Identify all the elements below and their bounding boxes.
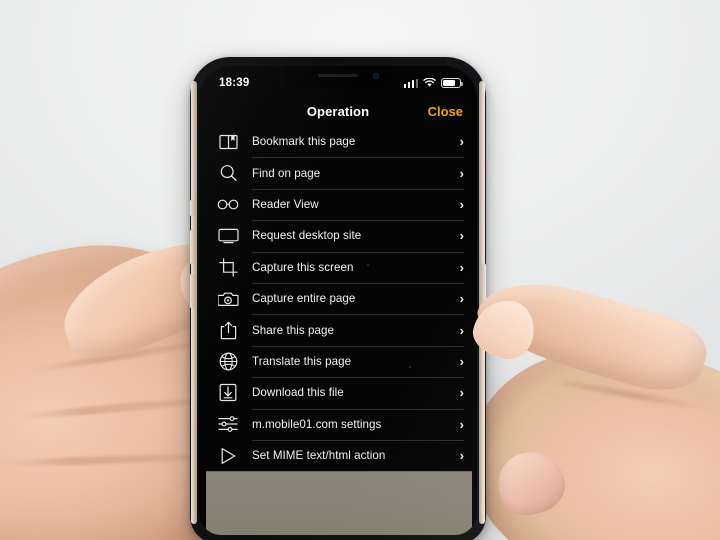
menu-item-label: Set MIME text/html action	[252, 449, 386, 463]
menu-item-share-this-page[interactable]: Share this page ›	[199, 314, 477, 345]
photo-scene: 18:39 Operation Close Bookmark this page…	[0, 0, 720, 540]
chevron-right-icon: ›	[459, 353, 464, 369]
menu-item-label: Reader View	[252, 197, 319, 211]
menu-item-label: Share this page	[252, 323, 334, 337]
chevron-right-icon: ›	[459, 165, 464, 181]
menu-item-label: Bookmark this page	[252, 135, 356, 149]
page-content-area[interactable]	[206, 471, 472, 535]
cellular-signal-icon	[403, 78, 418, 88]
chevron-right-icon: ›	[459, 228, 464, 244]
globe-icon	[215, 350, 241, 372]
crop-icon	[215, 256, 241, 278]
download-icon	[215, 382, 241, 404]
status-icon-group	[403, 78, 463, 88]
chevron-right-icon: ›	[459, 322, 464, 338]
chevron-right-icon: ›	[459, 259, 464, 275]
chevron-right-icon: ›	[459, 196, 464, 212]
chevron-right-icon: ›	[459, 291, 464, 307]
dust-speck	[233, 132, 235, 134]
camera-icon	[215, 288, 241, 310]
menu-item-translate-this-page[interactable]: Translate this page ›	[199, 345, 477, 377]
monitor-icon	[215, 225, 241, 247]
sliders-icon	[215, 413, 241, 435]
menu-item-label: Capture entire page	[252, 292, 356, 306]
dust-speck	[409, 366, 411, 368]
dust-speck	[367, 264, 369, 266]
menu-item-capture-this-screen[interactable]: Capture this screen ›	[199, 251, 477, 283]
phone-screen[interactable]: 18:39 Operation Close Bookmark this page…	[199, 66, 477, 535]
chevron-right-icon: ›	[459, 416, 464, 432]
menu-item-request-desktop-site[interactable]: Request desktop site ›	[199, 220, 477, 251]
menu-item-capture-entire-page[interactable]: Capture entire page ›	[199, 282, 477, 314]
battery-icon	[441, 78, 463, 88]
search-icon	[215, 162, 241, 184]
menu-item-bookmark-this-page[interactable]: Bookmark this page ›	[199, 126, 477, 157]
menu-item-download-this-file[interactable]: Download this file ›	[199, 377, 477, 408]
play-triangle-icon	[215, 445, 241, 467]
menu-item-label: Download this file	[252, 386, 344, 400]
share-icon	[215, 319, 241, 341]
glasses-icon	[215, 193, 241, 215]
volume-up-button[interactable]	[190, 229, 195, 265]
ring-silent-switch[interactable]	[190, 199, 195, 217]
status-clock: 18:39	[219, 77, 250, 89]
chevron-right-icon: ›	[459, 385, 464, 401]
book-bookmark-icon	[215, 131, 241, 153]
status-bar: 18:39	[199, 66, 477, 96]
menu-item-label: Find on page	[252, 166, 321, 180]
close-button[interactable]: Close	[428, 104, 463, 119]
panel-title: Operation	[306, 103, 370, 119]
chevron-right-icon: ›	[459, 134, 464, 150]
menu-item-site-settings[interactable]: m.mobile01.com settings ›	[199, 408, 477, 440]
operation-title-bar: Operation Close	[199, 96, 477, 126]
chevron-right-icon: ›	[459, 448, 464, 464]
menu-item-label: m.mobile01.com settings	[252, 417, 382, 431]
menu-item-set-mime-action[interactable]: Set MIME text/html action ›	[199, 439, 477, 471]
wifi-icon	[423, 78, 436, 87]
smartphone-device: 18:39 Operation Close Bookmark this page…	[190, 57, 486, 540]
menu-item-reader-view[interactable]: Reader View ›	[199, 188, 477, 220]
menu-item-label: Translate this page	[252, 354, 352, 368]
volume-down-button[interactable]	[190, 273, 195, 309]
menu-item-find-on-page[interactable]: Find on page ›	[199, 157, 477, 188]
menu-item-label: Request desktop site	[252, 229, 362, 243]
device-left-rail	[190, 81, 197, 524]
menu-item-label: Capture this screen	[252, 260, 354, 274]
